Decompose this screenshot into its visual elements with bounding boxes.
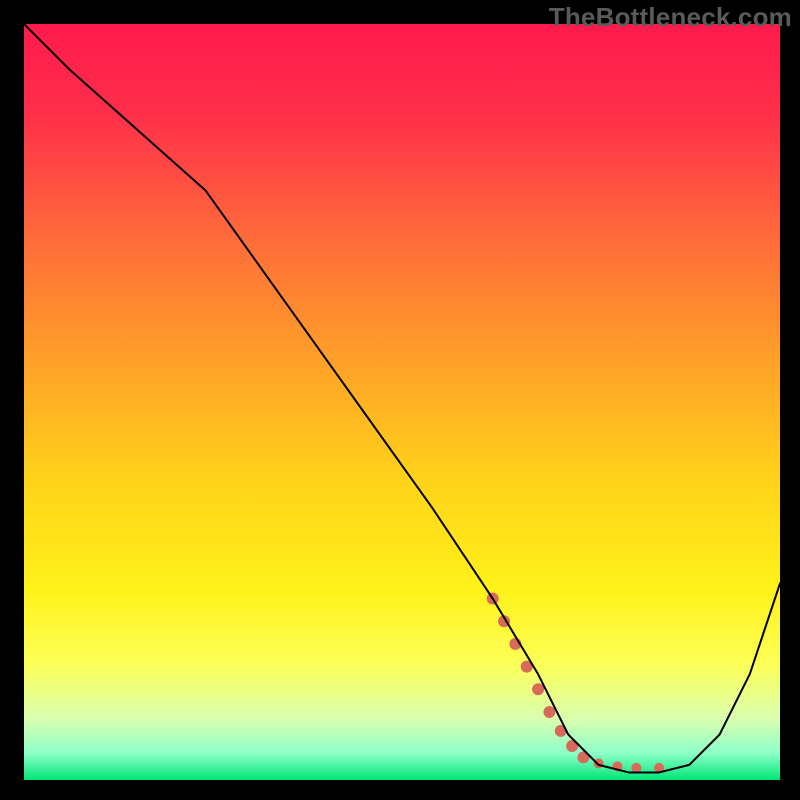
- highlight-dot: [594, 758, 604, 768]
- chart-svg: [24, 24, 780, 780]
- gradient-background: [24, 24, 780, 780]
- highlight-dot: [532, 683, 544, 695]
- highlight-dot: [543, 706, 555, 718]
- watermark-label: TheBottleneck.com: [549, 2, 792, 33]
- plot-area: [24, 24, 780, 780]
- highlight-dot: [631, 763, 641, 773]
- chart-frame: TheBottleneck.com: [0, 0, 800, 800]
